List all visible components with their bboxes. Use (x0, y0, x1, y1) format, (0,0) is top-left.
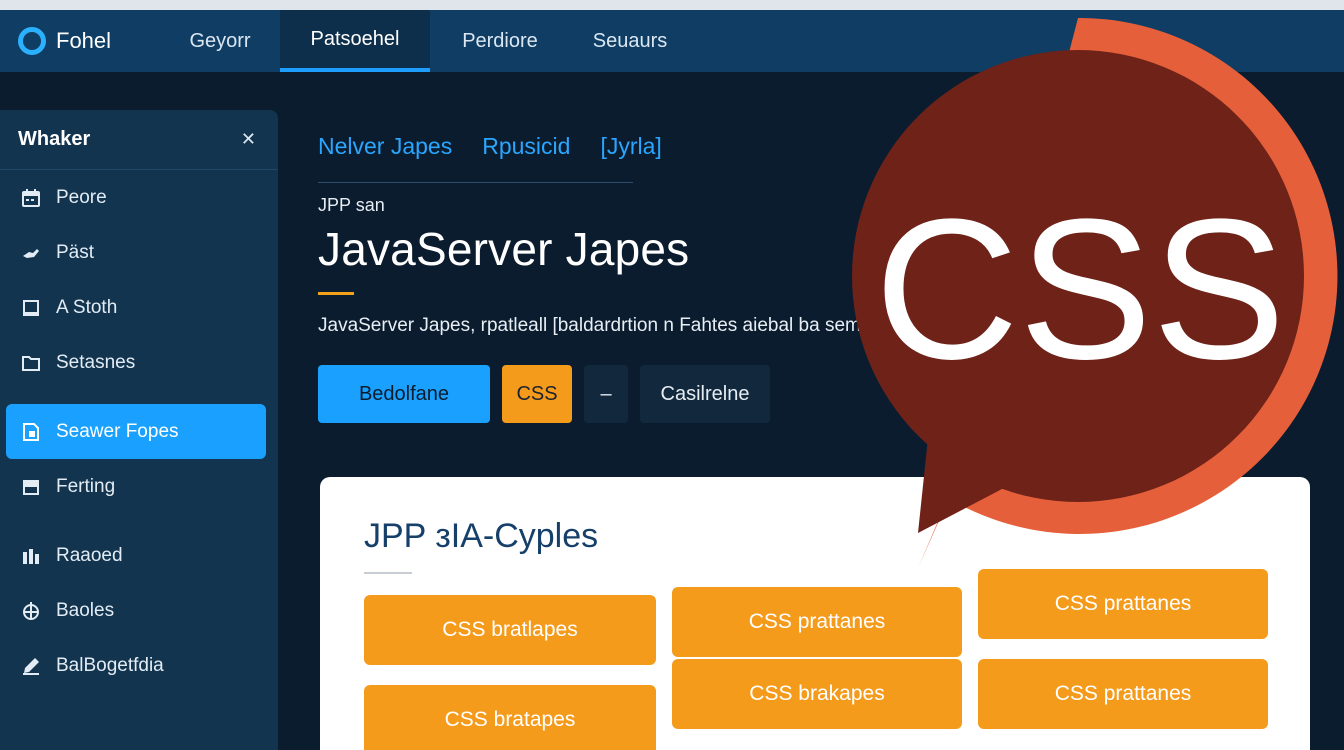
sidebar-item-label: Baoles (56, 599, 115, 621)
sidebar-item-5-active[interactable]: Seawer Fopes (6, 404, 266, 459)
calendar-icon (20, 187, 42, 209)
close-icon[interactable]: ✕ (241, 129, 256, 150)
sidebar-item-label: Setasnes (56, 351, 136, 373)
card-title-rule (364, 572, 412, 574)
css-chip-6[interactable]: CSS prattanes (978, 659, 1268, 729)
title-accent-line (318, 292, 354, 295)
css-button[interactable]: CSS (502, 365, 572, 423)
card-title: JPP зIA-Cyples (364, 517, 599, 555)
sidebar-item-7[interactable]: Raaoed (0, 528, 278, 583)
sidebar: Whaker ✕ Peore Päst A Stoth Setasnes Se… (0, 110, 278, 750)
minus-button[interactable]: – (584, 365, 628, 423)
css-chip-5[interactable]: CSS brakapes (672, 659, 962, 729)
grid-icon (20, 545, 42, 567)
css-chip-2[interactable]: CSS prattanes (672, 587, 962, 657)
square-icon (20, 297, 42, 319)
hand-icon (20, 242, 42, 264)
sidebar-item-label: Raaoed (56, 544, 123, 566)
sidebar-item-3[interactable]: A Stoth (0, 280, 278, 335)
primary-button[interactable]: Bedolfane (318, 365, 490, 423)
logo-icon (18, 27, 46, 55)
sidebar-item-6[interactable]: Ferting (0, 459, 278, 514)
nav-tab-2-active[interactable]: Patsoehel (280, 10, 430, 72)
nav-tab-4[interactable]: Seuaurs (570, 10, 690, 72)
sidebar-item-label: Ferting (56, 475, 116, 497)
sidebar-item-label: Peore (56, 186, 107, 208)
breadcrumb-item-1[interactable]: Nelver Japes (318, 133, 452, 160)
breadcrumb-item-3[interactable]: [Jyrla] (600, 133, 661, 160)
secondary-button[interactable]: Casilrelne (640, 365, 770, 423)
tray-icon (20, 476, 42, 498)
sidebar-item-1[interactable]: Peore (0, 170, 278, 225)
app-logo[interactable]: Fohel (0, 10, 160, 72)
breadcrumb-item-2[interactable]: Rpusicid (482, 133, 570, 160)
globe-icon (20, 600, 42, 622)
nav-tab-1[interactable]: Geyorr (160, 10, 280, 72)
sidebar-item-4[interactable]: Setasnes (0, 335, 278, 390)
edit-icon (20, 655, 42, 677)
css-badge-overlay: CSS (852, 17, 1338, 568)
sidebar-header: Whaker ✕ (0, 110, 278, 170)
sidebar-item-label: A Stoth (56, 296, 118, 318)
breadcrumb-divider (318, 182, 633, 183)
sidebar-item-label: Seawer Fopes (56, 420, 179, 442)
sidebar-item-9[interactable]: BalBogetfdia (0, 638, 278, 693)
nav-tab-3[interactable]: Perdiore (430, 10, 570, 72)
css-chip-3[interactable]: CSS prattanes (978, 569, 1268, 639)
sidebar-item-2[interactable]: Päst (0, 225, 278, 280)
logo-text: Fohel (56, 28, 112, 53)
sidebar-item-8[interactable]: Baoles (0, 583, 278, 638)
folder-icon (20, 352, 42, 374)
sidebar-item-label: BalBogetfdia (56, 654, 164, 676)
badge-text: CSS (874, 178, 1285, 401)
css-chip-1[interactable]: CSS bratlapes (364, 595, 656, 665)
sidebar-title: Whaker (18, 128, 91, 150)
page-icon (20, 421, 42, 443)
sidebar-item-label: Päst (56, 241, 95, 263)
css-chip-4[interactable]: CSS bratapes (364, 685, 656, 750)
